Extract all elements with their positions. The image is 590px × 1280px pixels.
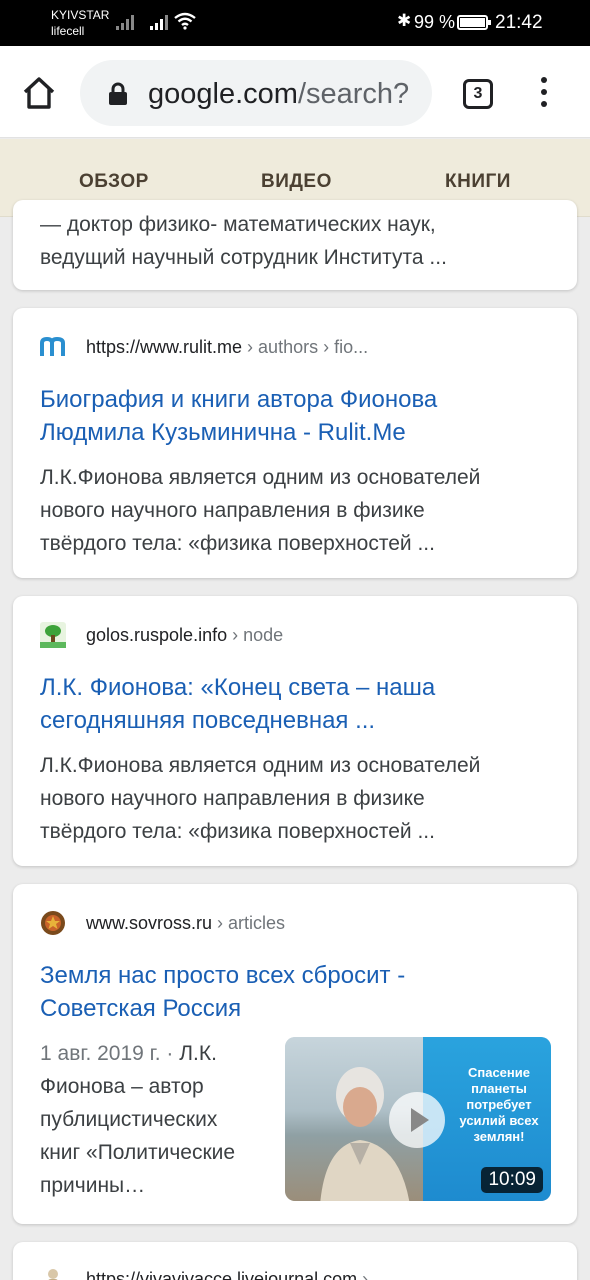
site-breadcrumb: › authors › fio...	[242, 337, 369, 357]
site-breadcrumb: ›	[357, 1269, 369, 1280]
emblem-icon	[41, 911, 65, 935]
menu-icon[interactable]	[537, 77, 551, 113]
snippet-line: книг «Политические	[40, 1141, 236, 1164]
clock: 21:42	[495, 12, 543, 33]
rulit-m-icon	[40, 336, 65, 356]
search-result-card[interactable]: www.sovross.ru › articles Земля нас прос…	[13, 884, 577, 1224]
search-result-card[interactable]: https://vivavivacce.livejournal.com ›	[13, 1242, 577, 1280]
bluetooth-icon: ✱	[397, 11, 412, 30]
snippet-line: — доктор физико- математических наук,	[40, 213, 436, 236]
video-thumbnail[interactable]: Спасение планеты потребует усилий всех з…	[285, 1037, 551, 1201]
browser-toolbar: google.com/search? 3	[0, 46, 590, 138]
lock-icon	[109, 82, 127, 105]
snippet-line: нового научного направления в физике	[40, 787, 425, 810]
title-line: Биография и книги автора Фионова	[40, 386, 438, 413]
tab-books[interactable]: КНИГИ	[445, 171, 511, 193]
result-snippet: — доктор физико- математических наук, ве…	[40, 208, 447, 274]
battery-percent: 99 %	[414, 12, 456, 32]
url-path: /search?	[297, 78, 410, 110]
url-text[interactable]: google.com/search?	[148, 78, 409, 111]
cellular-signal-icon	[116, 15, 134, 30]
title-line: Л.К. Фионова: «Конец света – наша	[40, 674, 436, 701]
snippet-line: публицистических	[40, 1108, 218, 1131]
result-url[interactable]: golos.ruspole.info › node	[86, 625, 283, 646]
search-result-card[interactable]: https://www.rulit.me › authors › fio... …	[13, 308, 577, 578]
status-bar: KYIVSTAR lifecell ✱ 99 % 21:42	[0, 0, 590, 46]
wifi-icon	[174, 12, 196, 30]
title-line: Земля нас просто всех сбросит -	[40, 962, 406, 989]
site-url-text: https://www.rulit.me	[86, 337, 243, 357]
result-title[interactable]: Л.К. Фионова: «Конец света – наша сегодн…	[40, 671, 435, 737]
video-duration: 10:09	[481, 1167, 543, 1193]
result-url[interactable]: https://vivavivacce.livejournal.com ›	[86, 1269, 368, 1280]
search-result-card[interactable]: — доктор физико- математических наук, ве…	[13, 200, 577, 290]
result-date: 1 авг. 2019 г. ·	[40, 1042, 180, 1065]
carrier-1: KYIVSTAR	[51, 8, 110, 22]
address-bar[interactable]: google.com/search?	[80, 60, 432, 126]
result-snippet: Л.К.Фионова является одним из основателе…	[40, 461, 480, 560]
play-icon[interactable]	[389, 1092, 445, 1148]
site-url-text: golos.ruspole.info	[86, 625, 228, 645]
tab-overview[interactable]: ОБЗОР	[79, 171, 149, 193]
result-title[interactable]: Биография и книги автора Фионова Людмила…	[40, 383, 437, 449]
result-url[interactable]: https://www.rulit.me › authors › fio...	[86, 337, 368, 358]
home-icon[interactable]	[20, 74, 58, 112]
snippet-line: ведущий научный сотрудник Института ...	[40, 246, 447, 269]
banner-text: Спасение планеты потребует усилий всех з…	[459, 1065, 539, 1144]
snippet-line: нового научного направления в физике	[40, 499, 425, 522]
snippet-line: Л.К.Фионова является одним из основателе…	[40, 754, 481, 777]
title-line: Людмила Кузьминична - Rulit.Me	[40, 419, 406, 446]
site-url-text: https://vivavivacce.livejournal.com	[86, 1269, 358, 1280]
battery-icon	[457, 15, 491, 30]
carrier-labels: KYIVSTAR lifecell	[51, 7, 109, 39]
site-breadcrumb: › node	[227, 625, 284, 645]
result-url[interactable]: www.sovross.ru › articles	[86, 913, 285, 934]
result-snippet: 1 авг. 2019 г. · Л.К. Фионова – автор пу…	[40, 1037, 275, 1202]
snippet-text: Л.К.	[179, 1042, 217, 1065]
tab-video[interactable]: ВИДЕО	[261, 171, 332, 193]
tree-icon	[40, 622, 66, 648]
cellular-signal-icon	[150, 15, 168, 30]
person-icon	[48, 1269, 58, 1280]
search-result-card[interactable]: golos.ruspole.info › node Л.К. Фионова: …	[13, 596, 577, 866]
site-breadcrumb: › articles	[212, 913, 286, 933]
url-host: google.com	[148, 78, 298, 110]
carrier-2: lifecell	[51, 24, 85, 38]
title-line: сегодняшняя повседневная ...	[40, 707, 376, 734]
result-snippet: Л.К.Фионова является одним из основателе…	[40, 749, 480, 848]
snippet-line: Фионова – автор	[40, 1075, 204, 1098]
tab-switcher-button[interactable]: 3	[463, 79, 493, 109]
snippet-line: твёрдого тела: «физика поверхностей ...	[40, 532, 435, 555]
result-title[interactable]: Земля нас просто всех сбросит - Советска…	[40, 959, 405, 1025]
title-line: Советская Россия	[40, 995, 242, 1022]
site-url-text: www.sovross.ru	[86, 913, 213, 933]
snippet-line: причины…	[40, 1174, 146, 1197]
snippet-line: твёрдого тела: «физика поверхностей ...	[40, 820, 435, 843]
snippet-line: 1 авг. 2019 г. · Л.К.	[40, 1037, 275, 1070]
snippet-line: Л.К.Фионова является одним из основателе…	[40, 466, 481, 489]
